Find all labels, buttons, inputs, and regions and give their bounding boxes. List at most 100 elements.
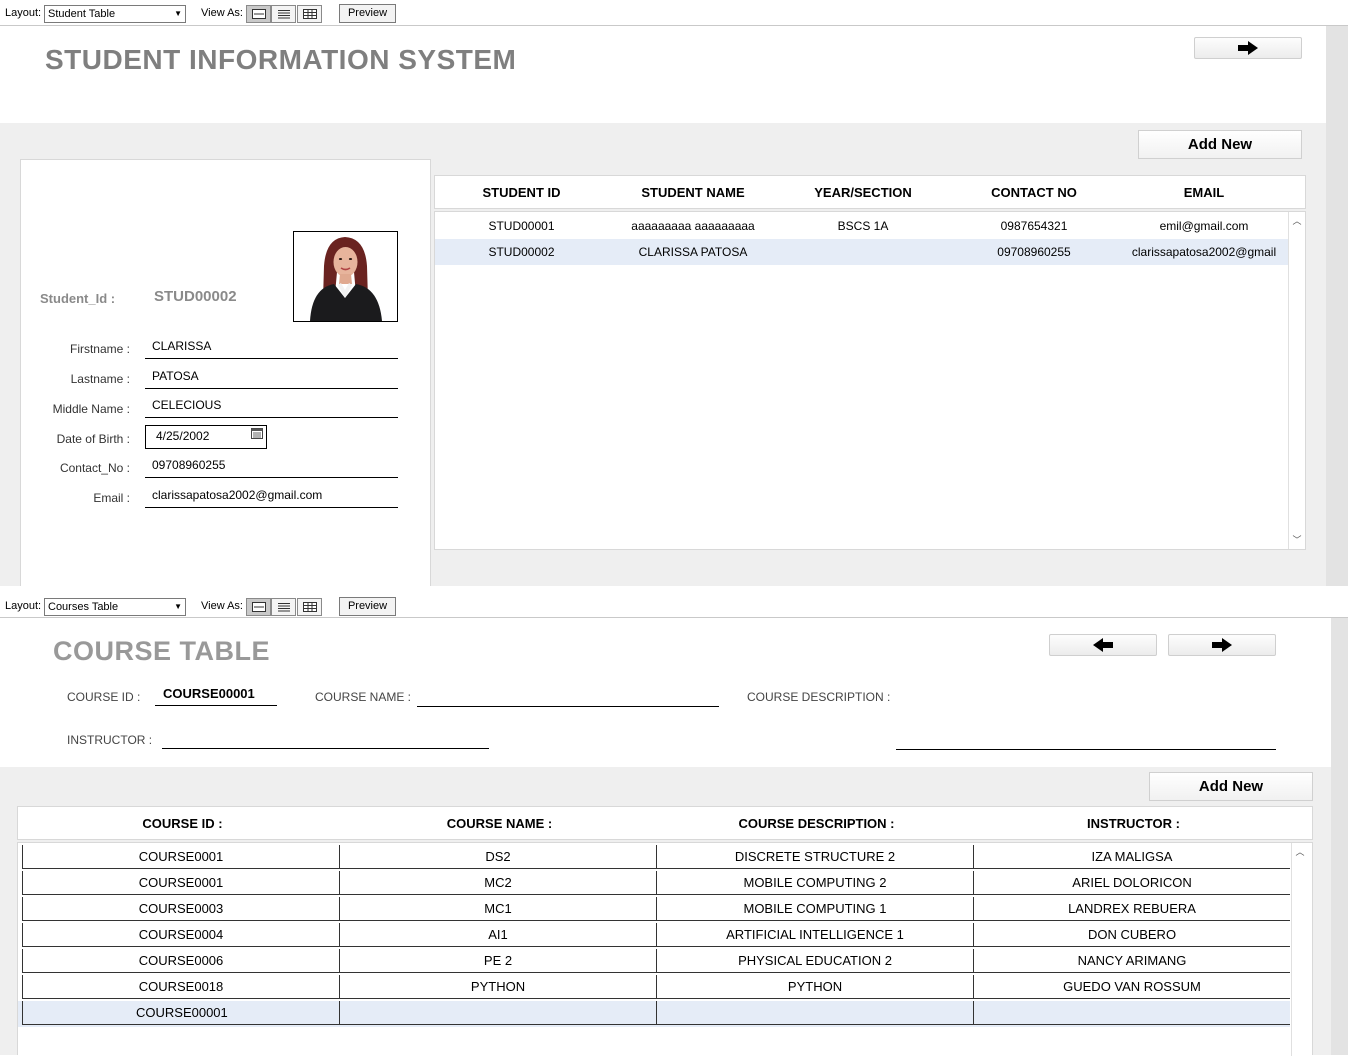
cell-instructor: GUEDO VAN ROSSUM <box>973 975 1290 999</box>
bottom-layout-toolbar: Layout: Courses Table ▼ View As: Preview <box>0 594 1348 618</box>
view-list-button[interactable] <box>271 5 296 23</box>
course-id-field[interactable]: COURSE00001 <box>155 686 277 706</box>
col-student-name[interactable]: STUDENT NAME <box>608 176 778 209</box>
layout-label: Layout: <box>5 600 42 612</box>
cell-student-id: STUD00001 <box>488 219 555 233</box>
student-table-header: STUDENT ID STUDENT NAME YEAR/SECTION CON… <box>434 175 1306 209</box>
table-row[interactable]: COURSE0004 AI1 ARTIFICIAL INTELLIGENCE 1… <box>18 923 1290 949</box>
instructor-field[interactable] <box>162 728 489 749</box>
view-as-label: View As: <box>201 600 243 612</box>
cell-course-name <box>339 1001 656 1025</box>
student-id-value: STUD00002 <box>154 288 237 305</box>
dob-value: 4/25/2002 <box>156 429 210 443</box>
middlename-field[interactable]: CELECIOUS <box>145 397 398 418</box>
table-row[interactable]: STUD00001 aaaaaaaaa aaaaaaaaa BSCS 1A 09… <box>435 213 1288 239</box>
firstname-field[interactable]: CLARISSA <box>145 338 398 359</box>
right-gutter <box>1331 618 1348 1055</box>
instructor-label: INSTRUCTOR : <box>67 733 153 747</box>
page-title: STUDENT INFORMATION SYSTEM <box>45 44 517 75</box>
view-list-button[interactable] <box>271 598 296 616</box>
table-row[interactable]: COURSE0018 PYTHON PYTHON GUEDO VAN ROSSU… <box>18 975 1290 1001</box>
chevron-down-icon: ▼ <box>174 9 182 18</box>
col-course-description[interactable]: COURSE DESCRIPTION : <box>658 807 975 841</box>
layout-select[interactable]: Student Table ▼ <box>44 5 186 23</box>
col-instructor[interactable]: INSTRUCTOR : <box>975 807 1292 841</box>
cell-student-id: STUD00002 <box>488 245 555 259</box>
course-description-field[interactable] <box>896 728 1276 750</box>
cell-course-name: MC1 <box>339 897 656 921</box>
cell-course-name: PE 2 <box>339 949 656 973</box>
cell-instructor: LANDREX REBUERA <box>973 897 1290 921</box>
cell-instructor: ARIEL DOLORICON <box>973 871 1290 895</box>
middlename-label: Middle Name : <box>52 402 130 416</box>
col-email[interactable]: EMAIL <box>1120 176 1288 209</box>
prev-record-button[interactable] <box>1049 634 1157 656</box>
course-table-header: COURSE ID : COURSE NAME : COURSE DESCRIP… <box>17 806 1313 840</box>
student-form-panel: Student_Id : STUD00002 Firstname : CLARI… <box>20 159 431 589</box>
next-record-button[interactable] <box>1168 634 1276 656</box>
table-view-icon <box>303 9 317 19</box>
table-row[interactable]: COURSE0001 MC2 MOBILE COMPUTING 2 ARIEL … <box>18 871 1290 897</box>
table-row[interactable]: COURSE0003 MC1 MOBILE COMPUTING 1 LANDRE… <box>18 897 1290 923</box>
cell-year-section <box>778 239 948 265</box>
cell-course-description: DISCRETE STRUCTURE 2 <box>656 845 973 869</box>
preview-button[interactable]: Preview <box>339 4 396 23</box>
col-course-name[interactable]: COURSE NAME : <box>341 807 658 841</box>
cell-course-description: MOBILE COMPUTING 1 <box>656 897 973 921</box>
cell-course-description: ARTIFICIAL INTELLIGENCE 1 <box>656 923 973 947</box>
table-row[interactable]: COURSE0006 PE 2 PHYSICAL EDUCATION 2 NAN… <box>18 949 1290 975</box>
next-record-button[interactable] <box>1194 37 1302 59</box>
cell-student-name: aaaaaaaaa aaaaaaaaa <box>631 219 755 233</box>
contact-field[interactable]: 09708960255 <box>145 457 398 478</box>
cell-course-description <box>656 1001 973 1025</box>
lastname-field[interactable]: PATOSA <box>145 368 398 389</box>
cell-course-name: DS2 <box>339 845 656 869</box>
student-id-label: Student_Id : <box>40 291 116 306</box>
col-year-section[interactable]: YEAR/SECTION <box>778 176 948 209</box>
student-photo-image <box>294 232 397 321</box>
course-name-field[interactable] <box>417 686 719 707</box>
email-field[interactable]: clarissapatosa2002@gmail.com <box>145 487 398 508</box>
cell-email: clarissapatosa2002@gmail <box>1131 245 1277 259</box>
view-table-button[interactable] <box>297 598 322 616</box>
cell-course-id: COURSE0018 <box>22 975 339 999</box>
view-table-button[interactable] <box>297 5 322 23</box>
table-row[interactable]: STUD00002 CLARISSA PATOSA 09708960255 cl… <box>435 239 1288 265</box>
cell-course-id: COURSE0003 <box>22 897 339 921</box>
course-table-scrollbar[interactable]: ︿ <box>1291 843 1307 1056</box>
scroll-up-icon[interactable]: ︿ <box>1292 845 1308 859</box>
table-row[interactable]: COURSE0001 DS2 DISCRETE STRUCTURE 2 IZA … <box>18 845 1290 871</box>
course-title: COURSE TABLE <box>53 636 271 666</box>
col-course-id[interactable]: COURSE ID : <box>24 807 341 841</box>
student-table-body: STUD00001 aaaaaaaaa aaaaaaaaa BSCS 1A 09… <box>434 211 1306 550</box>
dob-field[interactable]: 4/25/2002 <box>145 425 267 449</box>
student-photo[interactable] <box>293 231 398 322</box>
layout-select[interactable]: Courses Table ▼ <box>44 598 186 616</box>
form-view-icon <box>252 602 266 612</box>
col-contact-no[interactable]: CONTACT NO <box>948 176 1120 209</box>
right-gutter <box>1326 26 1348 586</box>
list-view-icon <box>278 10 290 19</box>
view-form-button[interactable] <box>246 598 271 616</box>
layout-select-value: Student Table <box>48 8 116 20</box>
scroll-down-icon[interactable]: ﹀ <box>1289 533 1305 547</box>
add-new-course-button[interactable]: Add New <box>1149 772 1313 801</box>
form-view-icon <box>252 9 266 19</box>
cell-course-name: AI1 <box>339 923 656 947</box>
cell-course-id: COURSE0006 <box>22 949 339 973</box>
email-label: Email : <box>93 491 130 505</box>
table-row[interactable]: COURSE00001 <box>18 1001 1290 1027</box>
firstname-label: Firstname : <box>69 342 130 356</box>
cell-year-section: BSCS 1A <box>837 219 889 233</box>
add-new-student-button[interactable]: Add New <box>1138 130 1302 159</box>
list-view-icon <box>278 603 290 612</box>
course-description-label: COURSE DESCRIPTION : <box>747 690 891 704</box>
table-view-icon <box>303 602 317 612</box>
cell-course-description: PYTHON <box>656 975 973 999</box>
preview-button[interactable]: Preview <box>339 597 396 616</box>
student-table-scrollbar[interactable]: ︿ ﹀ <box>1288 212 1304 549</box>
view-form-button[interactable] <box>246 5 271 23</box>
calendar-icon[interactable] <box>251 428 263 439</box>
scroll-up-icon[interactable]: ︿ <box>1289 214 1305 228</box>
col-student-id[interactable]: STUDENT ID <box>435 176 608 209</box>
